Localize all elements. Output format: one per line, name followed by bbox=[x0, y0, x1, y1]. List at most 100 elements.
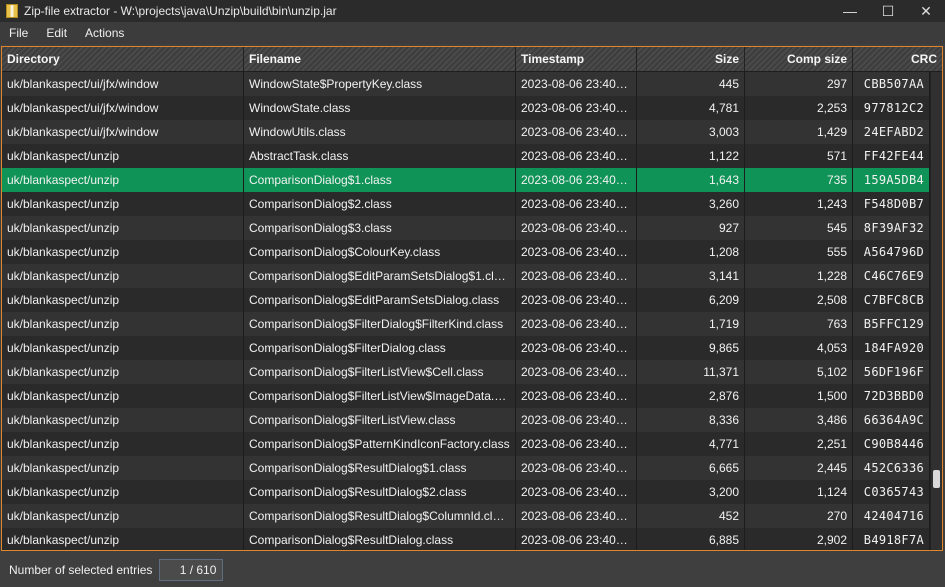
cell-comp-size: 1,124 bbox=[745, 480, 853, 504]
cell-directory: uk/blankaspect/unzip bbox=[2, 192, 244, 216]
cell-directory: uk/blankaspect/unzip bbox=[2, 408, 244, 432]
table-row[interactable]: uk/blankaspect/ui/jfx/window WindowUtils.… bbox=[2, 120, 930, 144]
scrollbar-thumb[interactable] bbox=[933, 470, 940, 488]
cell-comp-size: 1,429 bbox=[745, 120, 853, 144]
table-row[interactable]: uk/blankaspect/unzip ComparisonDialog$Fil… bbox=[2, 336, 930, 360]
table-row[interactable]: uk/blankaspect/unzip ComparisonDialog$Col… bbox=[2, 240, 930, 264]
table-row-selected[interactable]: uk/blankaspect/unzip ComparisonDialog$1.c… bbox=[2, 168, 930, 192]
cell-size: 4,771 bbox=[637, 432, 745, 456]
cell-directory: uk/blankaspect/ui/jfx/window bbox=[2, 120, 244, 144]
cell-comp-size: 545 bbox=[745, 216, 853, 240]
selected-entries-label: Number of selected entries bbox=[9, 562, 153, 577]
cell-comp-size: 763 bbox=[745, 312, 853, 336]
cell-filename: ComparisonDialog$FilterListView$ImageDat… bbox=[244, 384, 516, 408]
cell-directory: uk/blankaspect/unzip bbox=[2, 384, 244, 408]
table-row[interactable]: uk/blankaspect/ui/jfx/window WindowState.… bbox=[2, 96, 930, 120]
column-header-crc[interactable]: CRC bbox=[853, 47, 942, 71]
cell-crc: CBB507AA bbox=[853, 72, 930, 96]
cell-filename: ComparisonDialog$PatternKindIconFactory.… bbox=[244, 432, 516, 456]
table-row[interactable]: uk/blankaspect/unzip ComparisonDialog$Res… bbox=[2, 480, 930, 504]
column-header-timestamp[interactable]: Timestamp bbox=[516, 47, 637, 71]
menu-actions[interactable]: Actions bbox=[76, 22, 133, 44]
cell-timestamp: 2023-08-06 23:40:54 bbox=[516, 312, 637, 336]
table-row[interactable]: uk/blankaspect/unzip ComparisonDialog$Fil… bbox=[2, 312, 930, 336]
cell-timestamp: 2023-08-06 23:40:56 bbox=[516, 120, 637, 144]
cell-directory: uk/blankaspect/unzip bbox=[2, 504, 244, 528]
vertical-scrollbar[interactable] bbox=[930, 72, 942, 550]
cell-directory: uk/blankaspect/unzip bbox=[2, 144, 244, 168]
cell-crc: 184FA920 bbox=[853, 336, 930, 360]
table-row[interactable]: uk/blankaspect/unzip ComparisonDialog$3.c… bbox=[2, 216, 930, 240]
cell-crc: FF42FE44 bbox=[853, 144, 930, 168]
title-bar[interactable]: Zip-file extractor - W:\projects\java\Un… bbox=[0, 0, 945, 22]
cell-timestamp: 2023-08-06 23:40:54 bbox=[516, 360, 637, 384]
cell-comp-size: 270 bbox=[745, 504, 853, 528]
cell-comp-size: 2,445 bbox=[745, 456, 853, 480]
cell-directory: uk/blankaspect/unzip bbox=[2, 360, 244, 384]
column-header-filename[interactable]: Filename bbox=[244, 47, 516, 71]
cell-timestamp: 2023-08-06 23:40:52 bbox=[516, 144, 637, 168]
table-row[interactable]: uk/blankaspect/unzip ComparisonDialog$2.c… bbox=[2, 192, 930, 216]
cell-directory: uk/blankaspect/unzip bbox=[2, 312, 244, 336]
window-title: Zip-file extractor - W:\projects\java\Un… bbox=[24, 4, 337, 18]
cell-comp-size: 1,228 bbox=[745, 264, 853, 288]
column-header-comp-size[interactable]: Comp size bbox=[745, 47, 853, 71]
menu-file[interactable]: File bbox=[0, 22, 37, 44]
table-header: Directory Filename Timestamp Size Comp s… bbox=[2, 47, 942, 72]
cell-directory: uk/blankaspect/unzip bbox=[2, 336, 244, 360]
table-row[interactable]: uk/blankaspect/unzip ComparisonDialog$Fil… bbox=[2, 384, 930, 408]
cell-filename: ComparisonDialog$ResultDialog.class bbox=[244, 528, 516, 550]
cell-size: 4,781 bbox=[637, 96, 745, 120]
table-row[interactable]: uk/blankaspect/unzip AbstractTask.class 20… bbox=[2, 144, 930, 168]
cell-comp-size: 571 bbox=[745, 144, 853, 168]
column-header-directory[interactable]: Directory bbox=[2, 47, 244, 71]
cell-timestamp: 2023-08-06 23:40:54 bbox=[516, 72, 637, 96]
table-row[interactable]: uk/blankaspect/unzip ComparisonDialog$Edi… bbox=[2, 288, 930, 312]
table-row[interactable]: uk/blankaspect/unzip ComparisonDialog$Edi… bbox=[2, 264, 930, 288]
cell-crc: 42404716 bbox=[853, 504, 930, 528]
menu-edit[interactable]: Edit bbox=[37, 22, 76, 44]
cell-crc: B4918F7A bbox=[853, 528, 930, 550]
cell-size: 452 bbox=[637, 504, 745, 528]
cell-crc: 8F39AF32 bbox=[853, 216, 930, 240]
cell-filename: ComparisonDialog$3.class bbox=[244, 216, 516, 240]
cell-directory: uk/blankaspect/unzip bbox=[2, 216, 244, 240]
table-row[interactable]: uk/blankaspect/ui/jfx/window WindowState$… bbox=[2, 72, 930, 96]
cell-size: 3,260 bbox=[637, 192, 745, 216]
close-icon[interactable]: ✕ bbox=[907, 0, 945, 22]
table-row[interactable]: uk/blankaspect/unzip ComparisonDialog$Fil… bbox=[2, 360, 930, 384]
cell-size: 927 bbox=[637, 216, 745, 240]
table-row[interactable]: uk/blankaspect/unzip ComparisonDialog$Pat… bbox=[2, 432, 930, 456]
cell-filename: ComparisonDialog$ColourKey.class bbox=[244, 240, 516, 264]
table-row[interactable]: uk/blankaspect/unzip ComparisonDialog$Fil… bbox=[2, 408, 930, 432]
cell-size: 6,665 bbox=[637, 456, 745, 480]
cell-comp-size: 735 bbox=[745, 168, 853, 192]
cell-crc: C46C76E9 bbox=[853, 264, 930, 288]
cell-size: 1,719 bbox=[637, 312, 745, 336]
cell-size: 1,122 bbox=[637, 144, 745, 168]
cell-size: 9,865 bbox=[637, 336, 745, 360]
cell-timestamp: 2023-08-06 23:40:54 bbox=[516, 384, 637, 408]
entries-table[interactable]: Directory Filename Timestamp Size Comp s… bbox=[1, 46, 943, 551]
cell-crc: 159A5DB4 bbox=[853, 168, 930, 192]
cell-comp-size: 297 bbox=[745, 72, 853, 96]
cell-timestamp: 2023-08-06 23:40:54 bbox=[516, 528, 637, 550]
cell-comp-size: 2,253 bbox=[745, 96, 853, 120]
maximize-icon[interactable]: ☐ bbox=[869, 0, 907, 22]
cell-directory: uk/blankaspect/unzip bbox=[2, 432, 244, 456]
table-row[interactable]: uk/blankaspect/unzip ComparisonDialog$Res… bbox=[2, 504, 930, 528]
column-header-size[interactable]: Size bbox=[637, 47, 745, 71]
cell-filename: ComparisonDialog$EditParamSetsDialog.cla… bbox=[244, 288, 516, 312]
cell-comp-size: 2,508 bbox=[745, 288, 853, 312]
cell-comp-size: 2,251 bbox=[745, 432, 853, 456]
cell-directory: uk/blankaspect/unzip bbox=[2, 528, 244, 550]
cell-filename: WindowState$PropertyKey.class bbox=[244, 72, 516, 96]
table-row[interactable]: uk/blankaspect/unzip ComparisonDialog$Res… bbox=[2, 528, 930, 550]
table-row[interactable]: uk/blankaspect/unzip ComparisonDialog$Res… bbox=[2, 456, 930, 480]
cell-filename: ComparisonDialog$FilterDialog$FilterKind… bbox=[244, 312, 516, 336]
cell-size: 3,200 bbox=[637, 480, 745, 504]
cell-filename: ComparisonDialog$1.class bbox=[244, 168, 516, 192]
cell-comp-size: 1,500 bbox=[745, 384, 853, 408]
cell-crc: F548D0B7 bbox=[853, 192, 930, 216]
minimize-icon[interactable]: — bbox=[831, 0, 869, 22]
